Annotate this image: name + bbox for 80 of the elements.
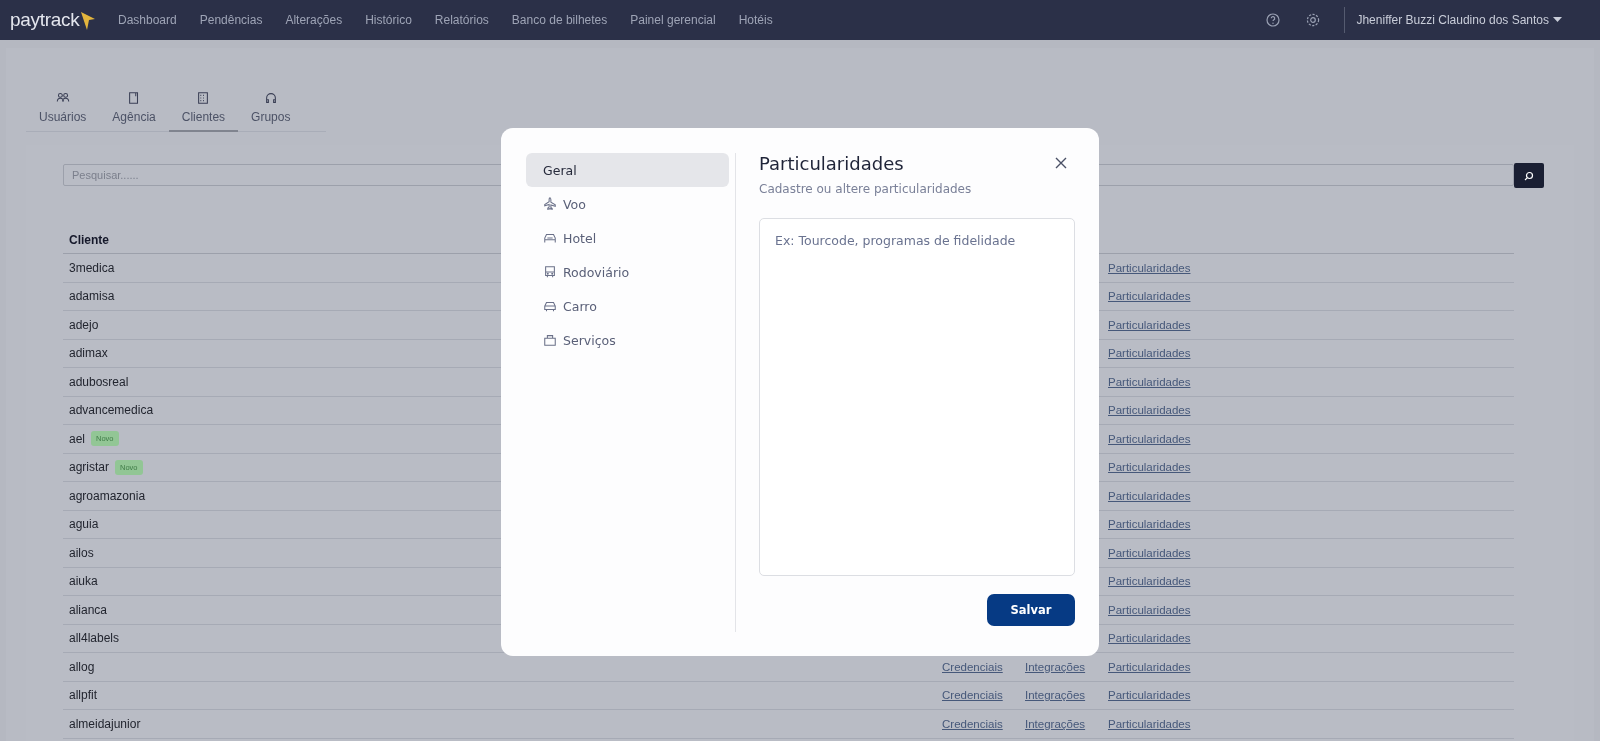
- settings-icon[interactable]: [1305, 12, 1322, 28]
- column-header: Cliente: [69, 233, 109, 247]
- modal-menu-item[interactable]: Voo: [526, 187, 729, 221]
- nav-link[interactable]: Relatórios: [434, 13, 489, 27]
- headset-icon: [263, 91, 278, 105]
- client-name: agristar: [69, 460, 109, 475]
- arrow-logo-icon: [80, 11, 97, 31]
- close-icon[interactable]: [1055, 157, 1067, 169]
- particulars-link[interactable]: Particularidades: [1108, 575, 1191, 588]
- tab[interactable]: Agência: [99, 87, 169, 132]
- particulars-link[interactable]: Particularidades: [1108, 660, 1191, 673]
- integrations-link[interactable]: Integrações: [1025, 717, 1086, 730]
- save-button[interactable]: Salvar: [987, 594, 1075, 626]
- nav-link[interactable]: Banco de bilhetes: [511, 13, 608, 27]
- nav-link[interactable]: Dashboard: [118, 13, 177, 27]
- particulars-link[interactable]: Particularidades: [1108, 290, 1191, 303]
- plane-icon: [543, 197, 557, 211]
- particulars-link[interactable]: Particularidades: [1108, 432, 1191, 445]
- client-name: advancemedica: [69, 403, 154, 418]
- client-name: almeidajunior: [69, 716, 141, 731]
- modal-subtitle: Cadastre ou altere particularidades: [759, 182, 972, 196]
- client-name: adubosreal: [69, 374, 129, 389]
- tab[interactable]: Usuários: [26, 87, 100, 132]
- client-name: adimax: [69, 346, 108, 361]
- client-name: aiuka: [69, 574, 98, 589]
- particulars-link[interactable]: Particularidades: [1108, 689, 1191, 702]
- credentials-link[interactable]: Credenciais: [942, 717, 1003, 730]
- client-name: all4labels: [69, 631, 120, 646]
- particulars-link[interactable]: Particularidades: [1108, 461, 1191, 474]
- particulars-link[interactable]: Particularidades: [1108, 404, 1191, 417]
- users-icon: [55, 91, 70, 105]
- particulars-link[interactable]: Particularidades: [1108, 261, 1191, 274]
- client-name: agroamazonia: [69, 488, 146, 503]
- modal-menu-item[interactable]: Serviços: [526, 323, 729, 357]
- search-icon: [1524, 170, 1534, 181]
- particulars-link[interactable]: Particularidades: [1108, 318, 1191, 331]
- credentials-link[interactable]: Credenciais: [942, 689, 1003, 702]
- client-name: aguia: [69, 517, 99, 532]
- text-area[interactable]: Ex: Tourcode, programas de fidelidade: [759, 218, 1075, 576]
- integrations-link[interactable]: Integrações: [1025, 689, 1086, 702]
- nav-link[interactable]: Alterações: [285, 13, 343, 27]
- nav-link[interactable]: Hotéis: [738, 13, 773, 27]
- modal-title: Particularidades: [759, 153, 905, 174]
- integrations-link[interactable]: Integrações: [1025, 660, 1086, 673]
- car-icon: [543, 299, 557, 313]
- caret-icon: [1553, 17, 1562, 23]
- bus-icon: [543, 265, 557, 279]
- particulars-link[interactable]: Particularidades: [1108, 603, 1191, 616]
- help-icon[interactable]: [1266, 13, 1281, 27]
- particulars-link[interactable]: Particularidades: [1108, 518, 1191, 531]
- client-name: 3medica: [69, 260, 115, 275]
- building-icon: [196, 91, 211, 105]
- client-name: adejo: [69, 317, 99, 332]
- client-name: alianca: [69, 602, 108, 617]
- particulars-link[interactable]: Particularidades: [1108, 347, 1191, 360]
- modal-menu-item[interactable]: Rodoviário: [526, 255, 729, 289]
- tab[interactable]: Grupos: [238, 87, 304, 132]
- particulars-link[interactable]: Particularidades: [1108, 546, 1191, 559]
- client-name: ael: [69, 431, 85, 446]
- logo-text[interactable]: paytrack: [10, 9, 80, 31]
- client-name: ailos: [69, 545, 94, 560]
- credentials-link[interactable]: Credenciais: [942, 660, 1003, 673]
- particulars-link[interactable]: Particularidades: [1108, 717, 1191, 730]
- client-name: allpfit: [69, 688, 97, 703]
- nav-link[interactable]: Painel gerencial: [630, 13, 716, 27]
- search-button[interactable]: [1514, 163, 1544, 188]
- modal-menu-item[interactable]: Hotel: [526, 221, 729, 255]
- particulars-link[interactable]: Particularidades: [1108, 489, 1191, 502]
- particulars-link[interactable]: Particularidades: [1108, 632, 1191, 645]
- tab[interactable]: Clientes: [168, 87, 239, 132]
- client-name: allog: [69, 659, 95, 674]
- client-name: adamisa: [69, 289, 115, 304]
- nav-link[interactable]: Histórico: [365, 13, 412, 27]
- modal-menu-item[interactable]: Geral: [526, 153, 729, 187]
- bag-icon: [543, 333, 557, 347]
- modal-menu-item[interactable]: Carro: [526, 289, 729, 323]
- nav-link[interactable]: Pendências: [199, 13, 263, 27]
- particulars-link[interactable]: Particularidades: [1108, 375, 1191, 388]
- user-menu[interactable]: Jheniffer Buzzi Claudino dos Santos: [1356, 13, 1562, 27]
- bed-icon: [543, 231, 557, 245]
